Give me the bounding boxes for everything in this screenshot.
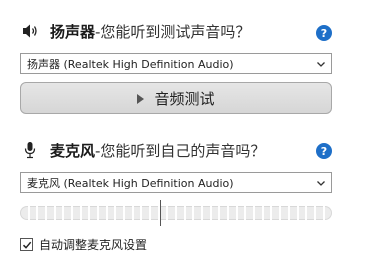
meter-segment (81, 206, 89, 220)
meter-segment (229, 206, 236, 220)
meter-segment (99, 206, 106, 220)
speaker-question: -您能听到测试声音吗？ (95, 22, 251, 41)
speaker-device-value: 扬声器 (Realtek High Definition Audio) (27, 57, 234, 71)
microphone-title: 麦克风 (50, 141, 96, 160)
meter-segment (116, 206, 124, 220)
microphone-device-value: 麦克风 (Realtek High Definition Audio) (27, 176, 234, 190)
meter-segment (272, 206, 280, 220)
meter-segment (255, 206, 262, 220)
help-icon[interactable]: ? (316, 143, 332, 159)
meter-segment (177, 206, 184, 220)
microphone-header: 麦克风 -您能听到自己的声音吗？ (20, 139, 265, 161)
speaker-icon (20, 21, 40, 41)
meter-segment (133, 206, 141, 220)
meter-segment (298, 206, 306, 220)
chevron-down-icon (317, 62, 325, 67)
meter-segment (20, 206, 28, 220)
meter-segment (142, 206, 150, 220)
help-icon[interactable]: ? (316, 25, 332, 41)
meter-segment (55, 206, 63, 220)
meter-segment (47, 206, 54, 220)
meter-segment (237, 206, 245, 220)
auto-adjust-label: 自动调整麦克风设置 (39, 238, 148, 252)
auto-adjust-option[interactable]: 自动调整麦克风设置 (20, 236, 147, 253)
meter-segment (281, 206, 288, 220)
meter-segment (289, 206, 297, 220)
meter-segment (107, 206, 115, 220)
checkmark-icon (22, 241, 31, 249)
microphone-icon (20, 140, 40, 160)
meter-segment (64, 206, 72, 220)
meter-segment (307, 206, 314, 220)
microphone-device-select[interactable]: 麦克风 (Realtek High Definition Audio) (20, 172, 332, 193)
meter-segment (168, 206, 176, 220)
audio-test-label: 音频测试 (154, 89, 215, 108)
meter-level-marker[interactable] (160, 200, 161, 226)
meter-segment (324, 206, 333, 220)
meter-segment (73, 206, 80, 220)
meter-segment (315, 206, 323, 220)
microphone-question: -您能听到自己的声音吗？ (95, 141, 266, 160)
meter-segment (194, 206, 202, 220)
speaker-device-select[interactable]: 扬声器 (Realtek High Definition Audio) (20, 53, 332, 74)
speaker-header: 扬声器 -您能听到测试声音吗？ (20, 20, 250, 42)
audio-test-button[interactable]: 音频测试 (20, 82, 332, 114)
chevron-down-icon (317, 181, 325, 186)
meter-segment (263, 206, 271, 220)
meter-segment (29, 206, 37, 220)
meter-segment (151, 206, 158, 220)
auto-adjust-checkbox[interactable] (20, 238, 33, 251)
meter-segment (211, 206, 219, 220)
microphone-level-meter (20, 206, 333, 220)
meter-segment (185, 206, 193, 220)
meter-segment (246, 206, 254, 220)
meter-segment (203, 206, 210, 220)
play-icon (137, 93, 145, 104)
meter-segment (38, 206, 46, 220)
meter-segment (220, 206, 228, 220)
meter-segment (90, 206, 98, 220)
meter-segment (125, 206, 132, 220)
speaker-title: 扬声器 (50, 22, 96, 41)
